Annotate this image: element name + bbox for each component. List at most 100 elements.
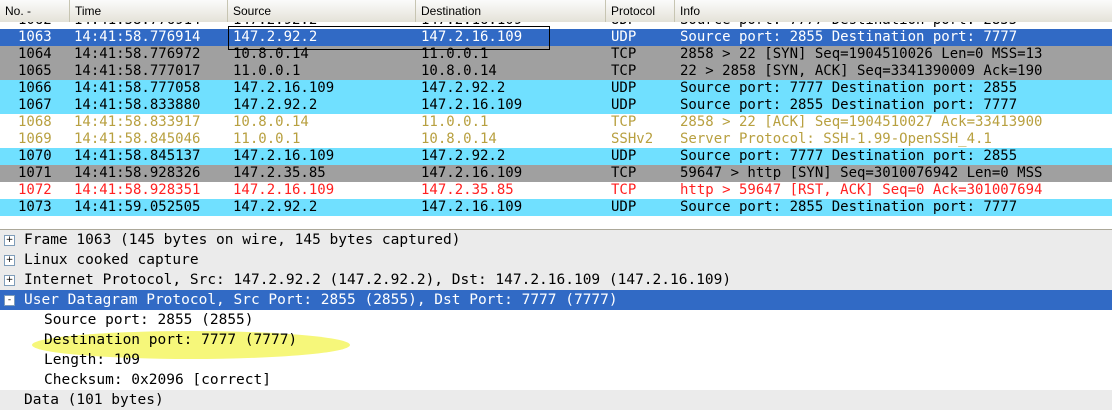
detail-tree-item[interactable]: - User Datagram Protocol, Src Port: 2855 … <box>0 290 1112 310</box>
packet-row[interactable]: 1070 14:41:58.845137 147.2.16.109 147.2.92.… <box>0 148 1112 165</box>
packet-source-cell: 11.0.0.1 <box>233 63 301 79</box>
detail-tree-item[interactable]: + Frame 1063 (145 bytes on wire, 145 byte… <box>0 230 1112 250</box>
packet-protocol-cell: TCP <box>611 63 637 79</box>
packet-row[interactable]: 1069 14:41:58.845046 11.0.0.1 10.8.0.14 SSHv… <box>0 131 1112 148</box>
packet-row[interactable]: 1072 14:41:58.928351 147.2.16.109 147.2.35.… <box>0 182 1112 199</box>
packet-time-cell: 14:41:59.052505 <box>74 199 201 215</box>
packet-no-cell: 1071 <box>18 165 52 181</box>
packet-destination-cell: 147.2.92.2 <box>421 80 506 96</box>
detail-tree-item[interactable]: Data (101 bytes) <box>0 390 1112 410</box>
column-header-time[interactable]: Time <box>70 0 228 22</box>
packet-source-cell: 147.2.92.2 <box>233 29 318 45</box>
packet-destination-cell: 147.2.16.109 <box>421 97 523 113</box>
packet-destination-cell: 147.2.92.2 <box>421 148 506 164</box>
packet-no-cell: 1068 <box>18 114 52 130</box>
column-header-no-label: No. - <box>5 4 32 18</box>
column-header-destination[interactable]: Destination <box>416 0 606 22</box>
detail-tree-item-label: Length: 109 <box>44 352 141 368</box>
packet-destination-cell: 11.0.0.1 <box>421 46 489 62</box>
packet-info-cell: Source port: 7777 Destination port: 2855 <box>680 22 1017 29</box>
packet-source-cell: 147.2.35.85 <box>233 165 326 181</box>
detail-tree-item[interactable]: Source port: 2855 (2855) <box>0 310 1112 330</box>
packet-info-cell: http > 59647 [RST, ACK] Seq=0 Ack=301007… <box>680 182 1043 198</box>
packet-time-cell: 14:41:58.833917 <box>74 114 201 130</box>
packet-destination-cell: 11.0.0.1 <box>421 114 489 130</box>
packet-time-cell: 14:41:58.833880 <box>74 97 201 113</box>
packet-time-cell: 14:41:58.776914 <box>74 22 200 29</box>
column-header-info[interactable]: Info <box>675 0 1112 22</box>
packet-protocol-cell: UDP <box>611 97 637 113</box>
column-header-protocol-label: Protocol <box>611 4 656 18</box>
packet-info-cell: Source port: 2855 Destination port: 7777 <box>680 29 1018 45</box>
packet-time-cell: 14:41:58.777058 <box>74 80 201 96</box>
packet-protocol-cell: UDP <box>611 29 637 45</box>
detail-tree-item-label: Destination port: 7777 (7777) <box>44 332 298 348</box>
detail-tree-item[interactable]: + Internet Protocol, Src: 147.2.92.2 (147… <box>0 270 1112 290</box>
detail-tree-item[interactable]: + Linux cooked capture <box>0 250 1112 270</box>
packet-row[interactable]: 1063 14:41:58.776914 147.2.92.2 147.2.16.10… <box>0 29 1112 46</box>
packet-time-cell: 14:41:58.928351 <box>74 182 201 198</box>
expand-icon[interactable]: + <box>4 255 15 266</box>
detail-tree-item-label: Linux cooked capture <box>24 252 199 268</box>
detail-tree-item-label: Frame 1063 (145 bytes on wire, 145 bytes… <box>24 232 461 248</box>
packet-destination-cell: 147.2.16.109 <box>421 165 523 181</box>
packet-time-cell: 14:41:58.928326 <box>74 165 201 181</box>
packet-row[interactable]: 1068 14:41:58.833917 10.8.0.14 11.0.0.1 TCP 2… <box>0 114 1112 131</box>
detail-tree-item-label: Source port: 2855 (2855) <box>44 312 254 328</box>
packet-list-header: No. - Time Source Destination Protocol I… <box>0 0 1112 23</box>
packet-info-cell: 22 > 2858 [SYN, ACK] Seq=3341390009 Ack=… <box>680 63 1043 79</box>
detail-tree-item[interactable]: Destination port: 7777 (7777) <box>0 330 1112 350</box>
packet-no-cell: 1072 <box>18 182 52 198</box>
detail-tree-item[interactable]: Length: 109 <box>0 350 1112 370</box>
packet-row[interactable]: 1065 14:41:58.777017 11.0.0.1 10.8.0.14 TCP 2… <box>0 63 1112 80</box>
packet-protocol-cell: TCP <box>611 182 637 198</box>
packet-info-cell: Server Protocol: SSH-1.99-OpenSSH_4.1 <box>680 131 992 147</box>
detail-tree-item[interactable]: Checksum: 0x2096 [correct] <box>0 370 1112 390</box>
packet-row[interactable]: 1067 14:41:58.833880 147.2.92.2 147.2.16.10… <box>0 97 1112 114</box>
packet-row[interactable]: 1064 14:41:58.776972 10.8.0.14 11.0.0.1 TCP 2… <box>0 46 1112 63</box>
packet-no-cell: 1073 <box>18 199 52 215</box>
packet-source-cell: 11.0.0.1 <box>233 131 301 147</box>
packet-row[interactable]: 1071 14:41:58.928326 147.2.35.85 147.2.16.1… <box>0 165 1112 182</box>
packet-protocol-cell: UDP <box>611 80 637 96</box>
packet-list[interactable]: 106214:41:58.776914147.2.92.2147.2.16.10… <box>0 22 1112 223</box>
column-header-no[interactable]: No. - <box>0 0 70 22</box>
packet-row[interactable]: 1062 14:41:58.776914 147.2.92.2 147.2.16.10… <box>0 22 1112 29</box>
packet-destination-cell: 147.2.16.109 <box>421 199 523 215</box>
packet-row[interactable]: 1073 14:41:59.052505 147.2.92.2 147.2.16.10… <box>0 199 1112 216</box>
packet-info-cell: 2858 > 22 [SYN] Seq=1904510026 Len=0 MSS… <box>680 46 1043 62</box>
expand-icon[interactable]: + <box>4 235 15 246</box>
column-header-protocol[interactable]: Protocol <box>606 0 675 22</box>
collapse-icon[interactable]: - <box>4 295 15 306</box>
packet-protocol-cell: UDP <box>611 199 637 215</box>
packet-destination-cell: 147.2.35.85 <box>421 182 514 198</box>
packet-protocol-cell: TCP <box>611 46 637 62</box>
detail-tree-item-label: Checksum: 0x2096 [correct] <box>44 372 271 388</box>
column-header-destination-label: Destination <box>421 4 482 18</box>
packet-source-cell: 147.2.16.109 <box>233 80 335 96</box>
packet-source-cell: 147.2.92.2 <box>233 22 317 29</box>
packet-protocol-cell: TCP <box>611 165 637 181</box>
expand-icon[interactable]: + <box>4 275 15 286</box>
packet-info-cell: 2858 > 22 [ACK] Seq=1904510027 Ack=33413… <box>680 114 1043 130</box>
packet-no-cell: 1070 <box>18 148 52 164</box>
packet-no-cell: 1066 <box>18 80 52 96</box>
packet-no-cell: 1064 <box>18 46 52 62</box>
packet-destination-cell: 147.2.16.109 <box>421 22 522 29</box>
packet-source-cell: 10.8.0.14 <box>233 114 309 130</box>
packet-details-pane[interactable]: + Frame 1063 (145 bytes on wire, 145 byte… <box>0 229 1112 411</box>
packet-time-cell: 14:41:58.776914 <box>74 29 201 45</box>
detail-tree-item-label: User Datagram Protocol, Src Port: 2855 (… <box>24 292 618 308</box>
column-header-time-label: Time <box>75 4 102 18</box>
packet-destination-cell: 10.8.0.14 <box>421 63 497 79</box>
packet-row[interactable]: 1066 14:41:58.777058 147.2.16.109 147.2.92.… <box>0 80 1112 97</box>
packet-no-cell: 1065 <box>18 63 52 79</box>
column-header-source[interactable]: Source <box>228 0 416 22</box>
packet-time-cell: 14:41:58.776972 <box>74 46 201 62</box>
column-header-source-label: Source <box>233 4 272 18</box>
packet-no-cell: 1069 <box>18 131 52 147</box>
packet-protocol-cell: TCP <box>611 114 637 130</box>
packet-info-cell: Source port: 2855 Destination port: 7777 <box>680 199 1018 215</box>
packet-source-cell: 147.2.92.2 <box>233 97 318 113</box>
packet-destination-cell: 10.8.0.14 <box>421 131 497 147</box>
